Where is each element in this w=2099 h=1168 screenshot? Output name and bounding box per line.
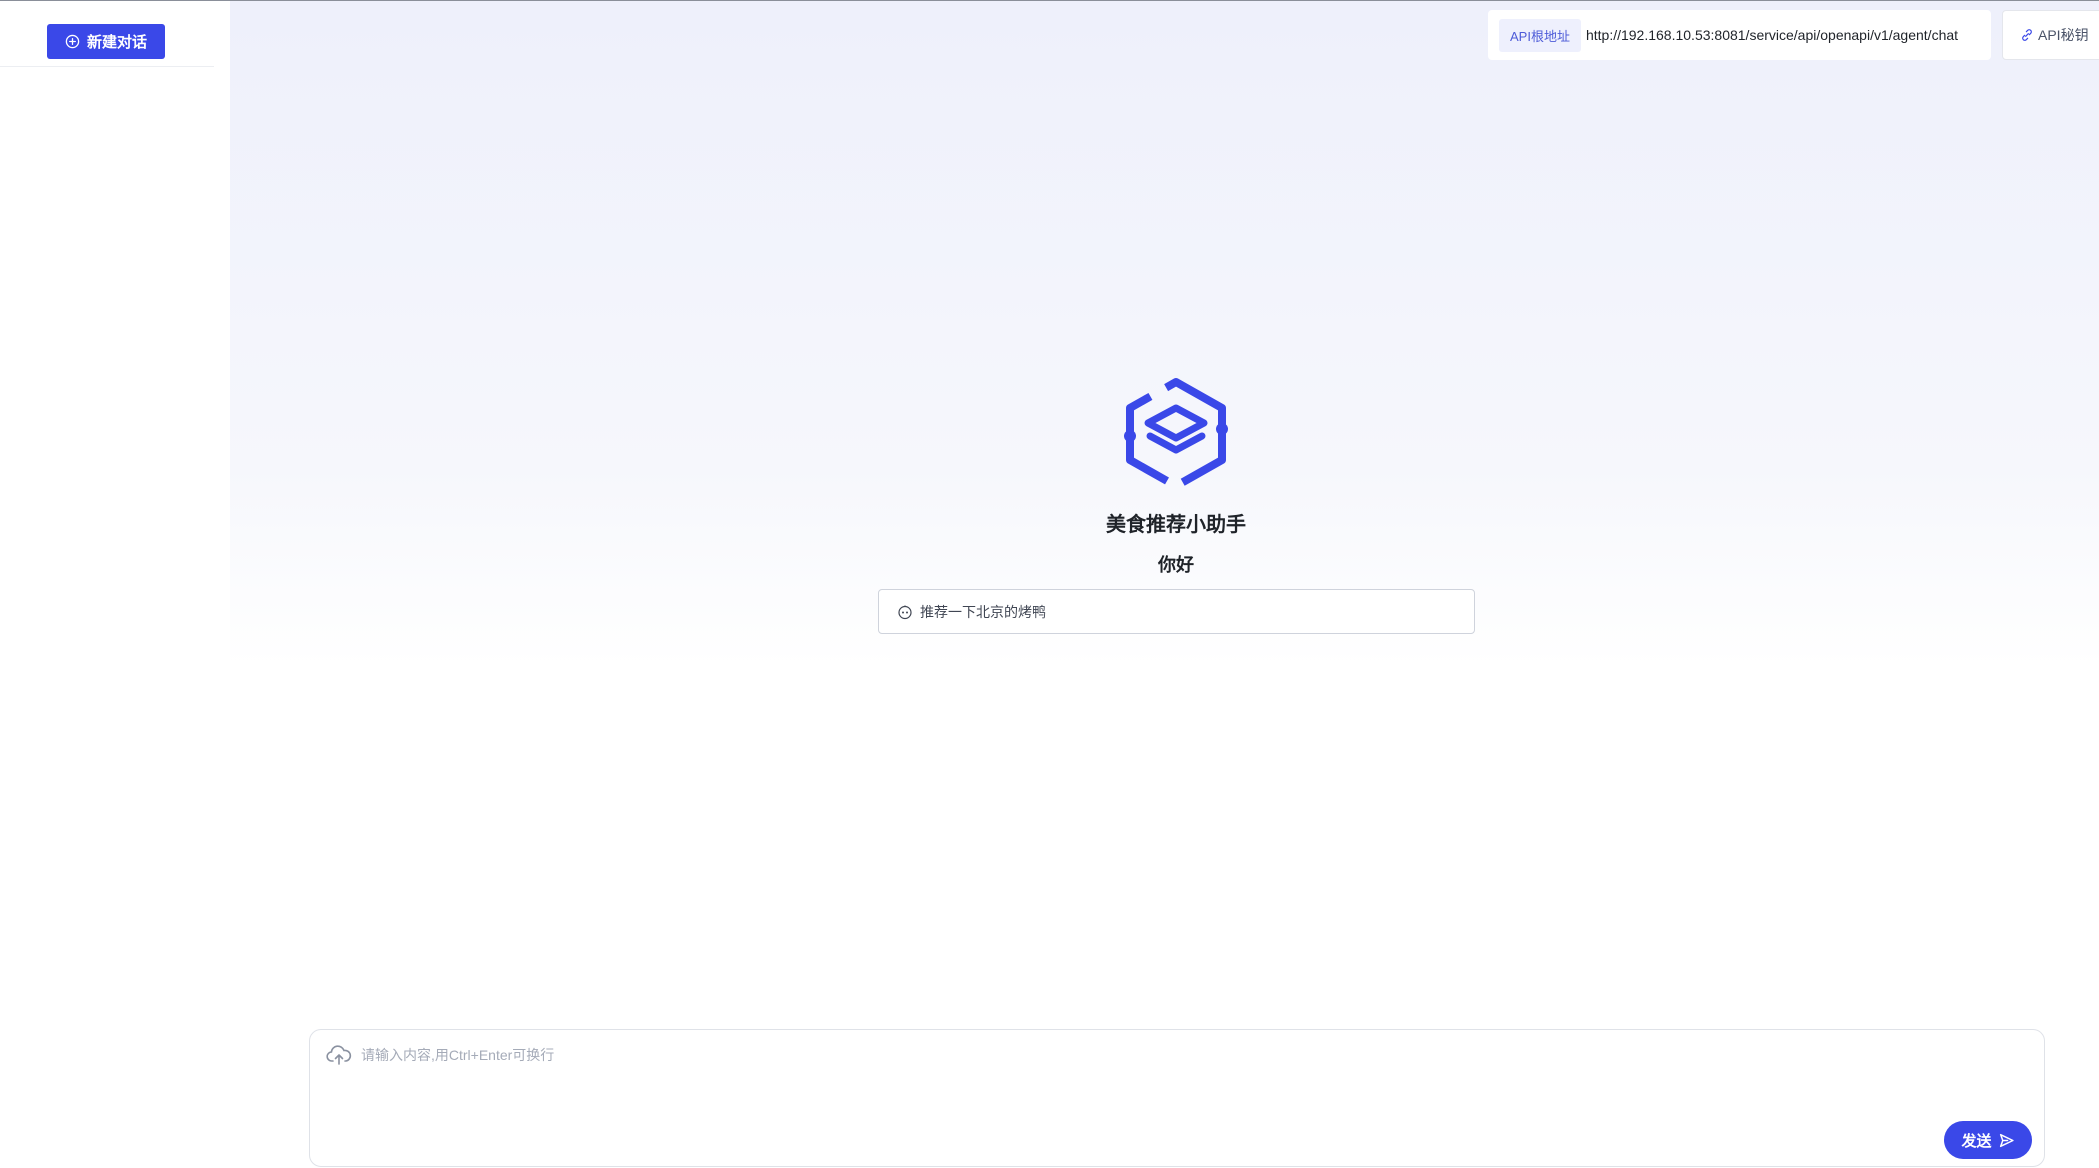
cloud-upload-icon[interactable] — [326, 1044, 352, 1066]
api-address-url[interactable]: http://192.168.10.53:8081/service/api/op… — [1586, 27, 1958, 43]
sidebar: 新建对话 — [0, 1, 230, 1168]
api-key-label: API秘钥 — [2038, 27, 2089, 43]
hexagon-logo-icon — [1124, 378, 1228, 490]
suggested-prompt-text: 推荐一下北京的烤鸭 — [920, 603, 1046, 620]
robot-icon — [898, 605, 912, 619]
app-title: 美食推荐小助手 — [1106, 514, 1246, 536]
message-composer: 发送 — [309, 1029, 2045, 1167]
api-address-tag: API根地址 — [1499, 18, 1581, 52]
new-chat-button[interactable]: 新建对话 — [47, 24, 165, 59]
suggested-prompt-chip[interactable]: 推荐一下北京的烤鸭 — [878, 589, 1475, 634]
api-address-box: API根地址 http://192.168.10.53:8081/service… — [1488, 10, 1991, 60]
chat-main — [230, 1, 2099, 1168]
message-input[interactable] — [361, 1045, 1961, 1135]
plus-circle-icon — [65, 34, 80, 49]
api-key-button[interactable]: API秘钥 — [2002, 10, 2099, 60]
send-label: 发送 — [1961, 1132, 1992, 1150]
sidebar-header: 新建对话 — [0, 1, 214, 67]
new-chat-label: 新建对话 — [86, 34, 147, 51]
greeting-text: 你好 — [1158, 555, 1194, 575]
send-button[interactable]: 发送 — [1944, 1121, 2032, 1159]
send-icon — [1999, 1133, 2014, 1147]
link-icon — [2022, 29, 2032, 41]
